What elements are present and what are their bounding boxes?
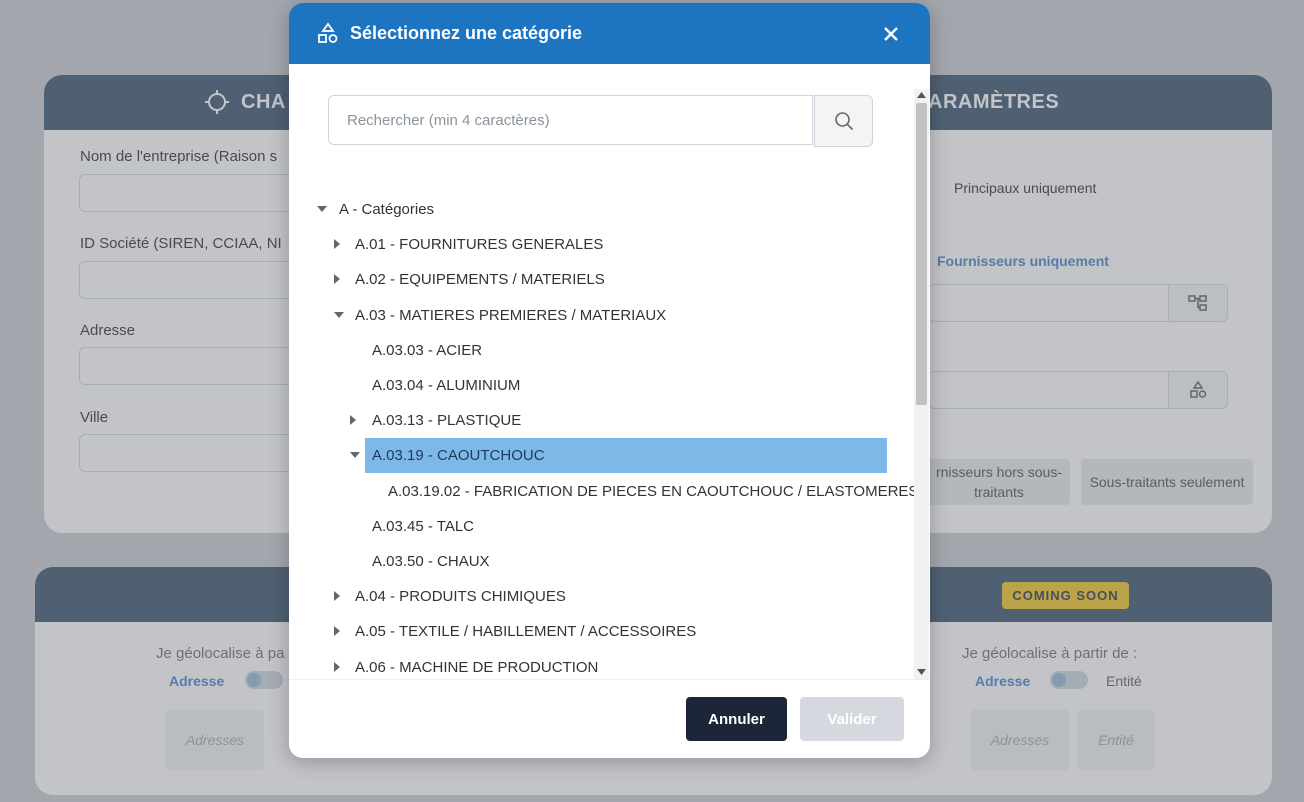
caret-right-icon[interactable] — [334, 626, 340, 637]
tree-node[interactable]: A.03.19.02 - FABRICATION DE PIECES EN CA… — [289, 474, 914, 509]
tree-node-label: A.06 - MACHINE DE PRODUCTION — [355, 658, 599, 676]
caret-right-icon[interactable] — [334, 239, 340, 250]
tree-node[interactable]: A.04 - PRODUITS CHIMIQUES — [289, 579, 899, 614]
caret-right-icon[interactable] — [350, 415, 356, 426]
tree-node[interactable]: A.05 - TEXTILE / HABILLEMENT / ACCESSOIR… — [289, 614, 899, 649]
scroll-thumb[interactable] — [916, 103, 927, 405]
category-modal: Sélectionnez une catégorie A - Catégorie… — [289, 3, 930, 758]
tree-scrollbar[interactable] — [914, 89, 929, 679]
tree-node[interactable]: A.03.04 - ALUMINIUM — [289, 368, 899, 403]
tree-node[interactable]: A - Catégories — [289, 192, 899, 227]
cancel-button[interactable]: Annuler — [686, 697, 787, 741]
tree-node-label: A.03 - MATIERES PREMIERES / MATERIAUX — [355, 306, 667, 324]
category-search-input[interactable] — [328, 95, 813, 145]
tree-node-label: A.03.19 - CAOUTCHOUC — [372, 447, 545, 465]
tree-node[interactable]: A.03.03 - ACIER — [289, 333, 899, 368]
caret-down-icon[interactable] — [334, 311, 344, 318]
tree-node-label: A.03.19.02 - FABRICATION DE PIECES EN CA… — [388, 482, 914, 500]
caret-down-icon[interactable] — [317, 206, 327, 212]
caret-down-icon[interactable] — [350, 452, 360, 459]
scroll-down-icon[interactable] — [917, 669, 926, 675]
tree-node[interactable]: A.03 - MATIERES PREMIERES / MATERIAUX — [289, 298, 899, 333]
caret-right-icon[interactable] — [334, 591, 340, 602]
category-tree: A - Catégories A.01 - FOURNITURES GENERAL… — [289, 192, 914, 682]
tree-node-label: A.03.50 - CHAUX — [372, 553, 490, 570]
tree-node-label: A.03.13 - PLASTIQUE — [372, 412, 522, 430]
tree-node[interactable]: A.02 - EQUIPEMENTS / MATERIELS — [289, 262, 899, 297]
tree-node[interactable]: A.03.13 - PLASTIQUE — [289, 403, 899, 438]
tree-node-label: A.03.04 - ALUMINIUM — [372, 377, 521, 394]
tree-node-label: A.03.45 - TALC — [372, 517, 474, 535]
search-icon — [834, 112, 853, 131]
tree-node-label: A.03.03 - ACIER — [372, 341, 483, 359]
tree-node-label: A.04 - PRODUITS CHIMIQUES — [355, 588, 566, 606]
validate-button[interactable]: Valider — [800, 697, 904, 741]
shapes-icon — [318, 22, 338, 43]
caret-right-icon[interactable] — [334, 274, 340, 285]
tree-node[interactable]: A.06 - MACHINE DE PRODUCTION — [289, 650, 899, 682]
tree-node-label: A - Catégories — [339, 201, 435, 218]
tree-node-label: A.01 - FOURNITURES GENERALES — [355, 236, 604, 254]
tree-node[interactable]: A.03.45 - TALC — [289, 509, 899, 544]
caret-right-icon[interactable] — [334, 661, 340, 672]
search-button[interactable] — [814, 95, 873, 147]
tree-node-label: A.02 - EQUIPEMENTS / MATERIELS — [355, 271, 605, 289]
modal-header: Sélectionnez une catégorie — [289, 3, 930, 64]
scroll-up-icon[interactable] — [917, 92, 926, 98]
tree-node[interactable]: A.01 - FOURNITURES GENERALES — [289, 227, 899, 262]
tree-node-label: A.05 - TEXTILE / HABILLEMENT / ACCESSOIR… — [355, 623, 697, 641]
tree-node[interactable]: A.03.50 - CHAUX — [289, 544, 899, 579]
tree-node[interactable]: A.03.19 - CAOUTCHOUC — [350, 438, 887, 474]
modal-title: Sélectionnez une catégorie — [350, 23, 583, 43]
close-icon[interactable] — [880, 23, 902, 45]
